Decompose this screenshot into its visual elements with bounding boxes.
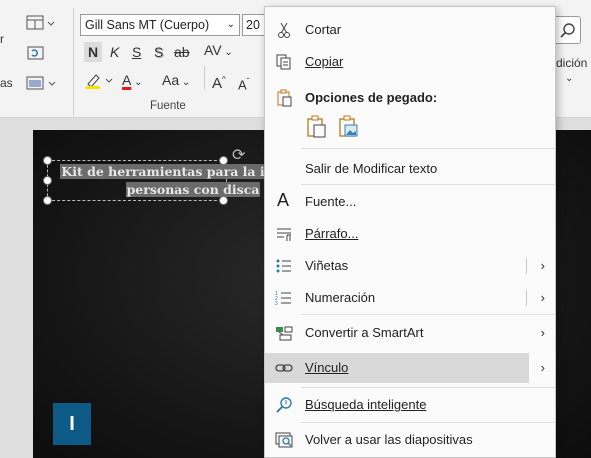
grow-font-button[interactable]: A^ [212,70,226,92]
grow-font-label: A [212,75,223,92]
menu-separator [301,184,555,185]
context-menu: Cortar Copiar Opciones de pegado: Salir … [264,6,556,458]
font-size-input[interactable]: 20 [242,14,266,36]
menu-item-label: Volver a usar las diapositivas [305,432,473,447]
link-icon [275,359,293,377]
title-line-1: Kit de herramientas para la i [60,164,266,179]
paste-options-header: Opciones de pegado: [265,83,555,113]
change-case-label: Aa [162,72,180,88]
font-name-dropdown[interactable]: Gill Sans MT (Cuerpo) ⌄ [80,14,240,36]
menu-separator [301,148,555,149]
resize-handle[interactable] [219,156,228,165]
font-color-button[interactable]: A ⌄ [122,70,143,90]
menu-item-paragraph[interactable]: Párrafo... [265,219,555,249]
shrink-font-button[interactable]: Aˇ [238,72,249,92]
smartart-icon [275,324,293,342]
menu-item-label: Salir de Modificar texto [305,161,438,176]
menu-item-smart-lookup[interactable]: Búsqueda inteligente [265,390,555,420]
menu-item-label: Vínculo [305,360,349,375]
ribbon-group-divider [73,8,74,116]
search-button[interactable] [553,16,581,44]
resize-handle[interactable] [219,196,228,205]
menu-item-label: Numeración [305,290,376,305]
paste-options-label: Opciones de pegado: [305,90,438,105]
svg-text:3: 3 [275,301,278,307]
character-spacing-button[interactable]: AV ⌄ [204,40,233,60]
chevron-right-icon[interactable]: › [541,325,545,341]
font-color-letter: A [122,72,132,88]
resize-handle[interactable] [43,196,52,205]
copy-icon [275,53,293,71]
ribbon-partial-label: r [0,32,4,46]
menu-item-cut[interactable]: Cortar [265,15,555,45]
ribbon-partial-label: as [0,76,13,90]
menu-item-label: Párrafo... [305,226,359,241]
menu-item-copy[interactable]: Copiar [265,47,555,77]
font-icon: A [277,190,290,210]
paragraph-icon [275,225,293,243]
scissors-icon [275,21,293,39]
font-name-value: Gill Sans MT (Cuerpo) [85,18,210,32]
strikethrough-button[interactable]: ab [174,42,190,62]
reuse-slides-icon [275,431,293,449]
reset-slide-icon[interactable] [26,44,46,64]
menu-item-bullets[interactable]: Viñetas › [265,251,555,281]
menu-item-label: Fuente... [305,194,357,209]
ribbon-divider [204,66,205,90]
menu-separator [301,387,555,388]
menu-item-label: Copiar [305,54,344,69]
change-case-button[interactable]: Aa ⌄ [162,70,190,90]
split-divider [526,290,527,306]
menu-item-font[interactable]: A Fuente... [265,187,555,217]
menu-item-label: Convertir a SmartArt [305,325,424,340]
section-icon[interactable] [26,74,58,94]
chevron-down-icon[interactable]: ⌄ [565,70,573,88]
character-spacing-label: AV [204,42,222,58]
menu-separator [301,422,555,423]
bold-button[interactable]: N [84,42,103,62]
shrink-font-label: A [238,77,247,93]
bullets-icon [275,257,293,275]
numbering-icon: 123 [275,289,293,307]
paste-keep-format-icon[interactable] [305,115,327,139]
clipboard-icon [275,89,293,107]
menu-item-numbering[interactable]: 123 Numeración › [265,283,555,313]
section-badge: I [53,403,91,445]
rotate-icon[interactable]: ⟳ [232,145,245,165]
chevron-down-icon: ⌄ [226,19,235,30]
menu-item-reuse-slides[interactable]: Volver a usar las diapositivas [265,425,555,455]
menu-item-exit-edit[interactable]: Salir de Modificar texto [265,154,555,184]
paste-as-picture-icon[interactable] [337,115,359,139]
menu-item-label: Cortar [305,22,342,37]
underline-button[interactable]: S [132,42,141,62]
menu-separator [301,314,555,315]
font-size-value: 20 [246,18,260,32]
layout-icon[interactable] [26,14,56,34]
ribbon-group-label: Fuente [150,100,186,112]
chevron-right-icon[interactable]: › [541,290,545,306]
text-shadow-button[interactable]: S [154,42,163,62]
title-placeholder[interactable]: Kit de herramientas para la i personas c… [43,147,266,205]
smart-lookup-icon [275,396,293,414]
title-line-2: personas con disca [125,182,261,197]
resize-handle[interactable] [43,156,52,165]
menu-item-smartart[interactable]: Convertir a SmartArt › [265,318,555,348]
italic-button[interactable]: K [110,42,119,62]
chevron-right-icon[interactable]: › [541,360,545,376]
menu-item-link[interactable]: Vínculo › [265,353,545,383]
split-divider [526,258,527,274]
slide-title[interactable]: Kit de herramientas para la i personas c… [48,163,278,199]
search-icon [560,23,575,38]
menu-item-label: Búsqueda inteligente [305,397,427,412]
resize-handle[interactable] [43,176,52,185]
menu-item-label: Viñetas [305,258,349,273]
highlight-color-button[interactable] [84,70,118,90]
chevron-right-icon[interactable]: › [541,258,545,274]
